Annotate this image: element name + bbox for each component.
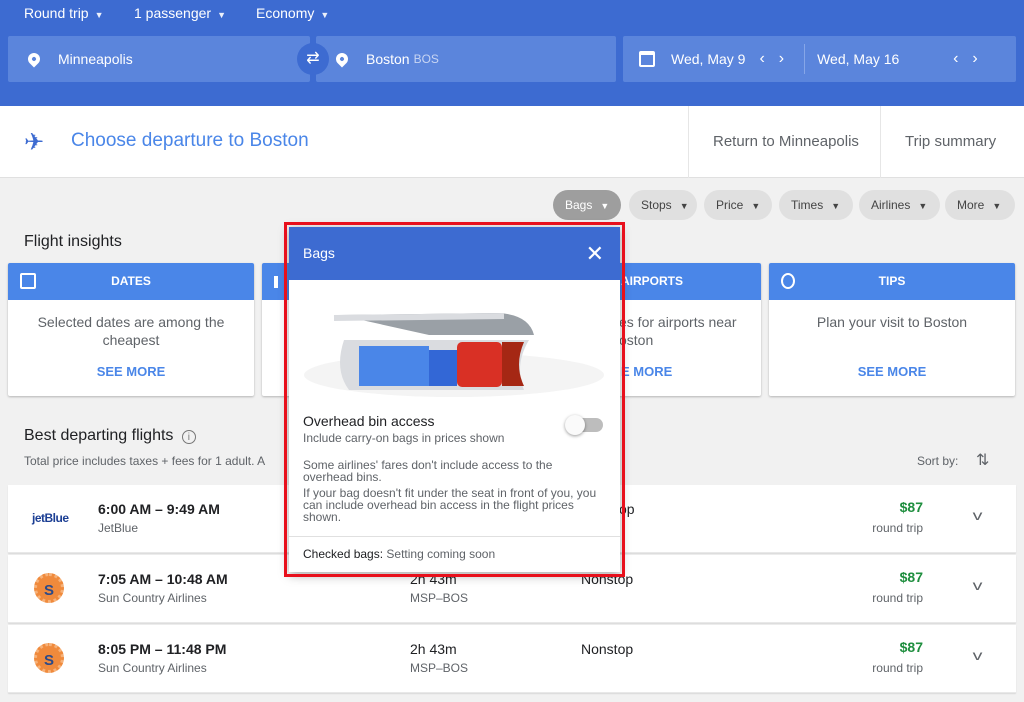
sun-country-logo: S [34,573,64,603]
passengers-label: 1 passenger [134,5,212,21]
calendar-icon [20,273,36,289]
route: MSP–BOS [410,661,469,675]
swap-icon[interactable]: ⇄ [297,43,329,75]
lightbulb-icon [781,273,795,289]
destination-field[interactable]: Boston BOS [316,36,616,82]
destination-code: BOS [413,52,439,66]
airline-name: JetBlue [98,521,139,535]
card-text: oston [619,332,654,348]
calendar-icon [639,51,655,67]
filter-more[interactable]: More ▼ [945,190,1015,220]
flight-times: 8:05 PM – 11:48 PM [98,641,227,657]
date-field[interactable]: Wed, May 9 ‹ › Wed, May 16 ‹ › [623,36,1016,82]
card-label: TIPS [878,274,906,288]
caret-down-icon: ▼ [320,10,330,20]
price-label: round trip [872,521,923,535]
step-summary[interactable]: Trip summary [880,106,1024,178]
divider [804,44,806,74]
trip-type-dropdown[interactable]: Round trip ▼ [24,5,104,21]
chevron-down-icon[interactable]: v [973,647,983,663]
see-more-link[interactable]: SEE MORE [769,364,1015,379]
location-pin-icon [333,50,351,68]
card-label: DATES [111,274,151,288]
info-icon[interactable]: i [181,430,196,444]
filter-bags[interactable]: Bags ▼ [553,190,621,220]
sort-icon[interactable]: ⇅ [976,450,989,470]
jetblue-logo: jetBlue [32,511,69,525]
chevron-down-icon[interactable]: v [973,577,983,593]
filter-times[interactable]: Times ▼ [779,190,853,220]
stops: Nonstop [581,641,634,657]
origin-value: Minneapolis [58,51,133,67]
chevron-down-icon[interactable]: v [973,507,983,523]
origin-field[interactable]: Minneapolis [8,36,310,82]
route: MSP–BOS [410,591,469,605]
filter-airlines[interactable]: Airlines ▼ [859,190,940,220]
return-date[interactable]: Wed, May 16 [817,51,939,67]
prev-date-icon[interactable]: ‹ [759,50,764,68]
flight-times: 7:05 AM – 10:48 AM [98,571,228,587]
step-bar: ✈ Choose departure to Boston Return to M… [0,106,1024,178]
price-label: round trip [872,591,923,605]
flight-times: 6:00 AM – 9:49 AM [98,501,220,517]
step-return[interactable]: Return to Minneapolis [688,106,880,178]
passengers-dropdown[interactable]: 1 passenger ▼ [134,5,226,21]
price: $87 [899,639,923,655]
airline-name: Sun Country Airlines [98,661,207,675]
results-subtitle: Total price includes taxes + fees for 1 … [24,454,266,468]
filter-price[interactable]: Price ▼ [704,190,772,220]
card-text: Selected dates are among the cheapest [37,314,225,348]
duration: 2h 43m [410,641,457,657]
next-date-icon[interactable]: › [779,50,784,68]
insight-card-dates[interactable]: DATES Selected dates are among the cheap… [8,263,254,396]
see-more-link[interactable]: SEE MORE [8,364,254,379]
filter-stops[interactable]: Stops ▼ [629,190,697,220]
prev-date-icon[interactable]: ‹ [953,50,958,68]
insight-card-tips[interactable]: TIPS Plan your visit to Boston SEE MORE [769,263,1015,396]
step-current: Choose departure to Boston [71,130,309,151]
depart-date[interactable]: Wed, May 9 [671,51,745,67]
flight-row[interactable]: S 8:05 PM – 11:48 PM Sun Country Airline… [8,625,1016,693]
highlight-box [284,222,625,577]
location-pin-icon [25,50,43,68]
price: $87 [899,499,923,515]
plane-takeoff-icon: ✈ [24,129,45,156]
price-label: round trip [872,661,923,675]
airline-name: Sun Country Airlines [98,591,207,605]
cabin-label: Economy [256,5,315,21]
insights-title: Flight insights [24,233,122,250]
caret-down-icon: ▼ [217,10,226,20]
trip-type-label: Round trip [24,5,89,21]
sort-label: Sort by: [917,454,959,468]
next-date-icon[interactable]: › [972,50,977,68]
results-title: Best departing flights i [24,427,196,445]
card-text: Plan your visit to Boston [816,314,968,330]
destination-value: Boston [366,51,410,67]
cabin-dropdown[interactable]: Economy ▼ [256,5,329,21]
caret-down-icon: ▼ [94,10,104,20]
card-text: es for airports near [619,314,737,330]
sun-country-logo: S [34,643,64,673]
search-header: Round trip ▼ 1 passenger ▼ Economy ▼ Minnea… [0,0,1024,106]
price: $87 [899,569,923,585]
bar-chart-icon [274,276,278,288]
